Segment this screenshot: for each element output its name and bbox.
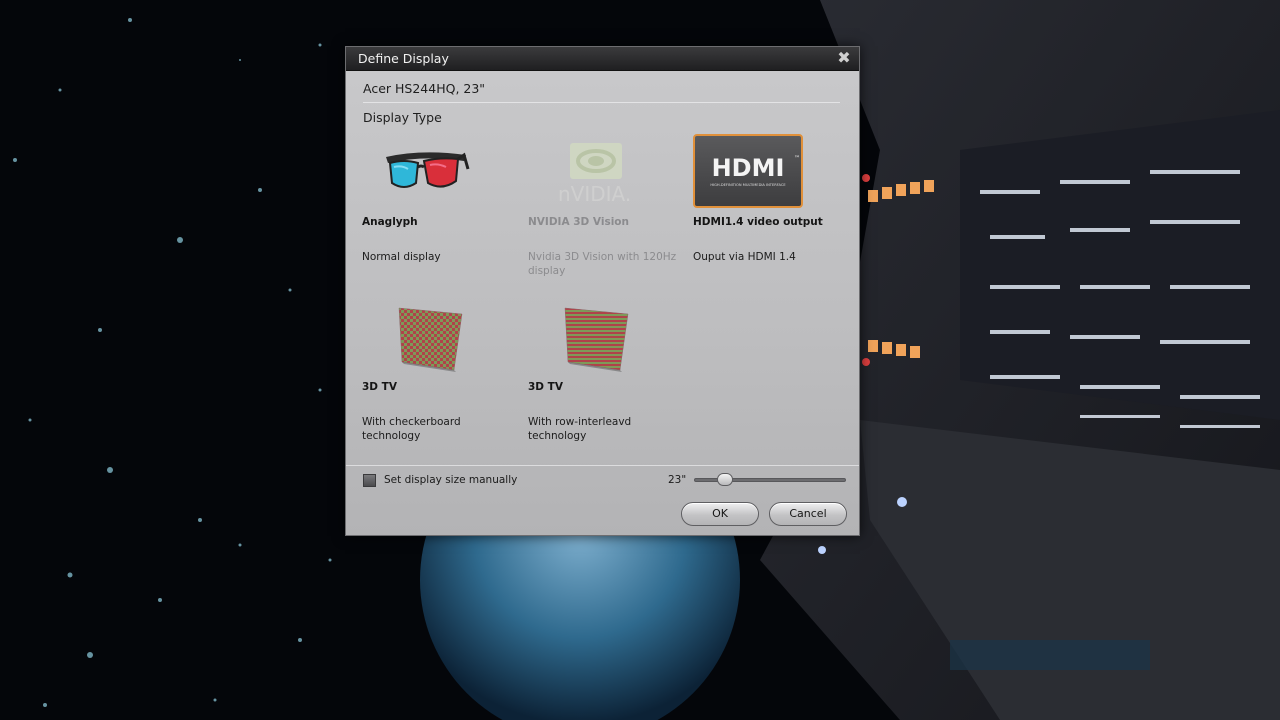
hdmi-logo-text: HDMI bbox=[712, 154, 785, 182]
set-size-manually-label[interactable]: Set display size manually bbox=[384, 474, 517, 486]
anaglyph-glasses-icon bbox=[386, 152, 470, 188]
define-display-dialog: Define Display ✖ Acer HS244HQ, 23" Displ… bbox=[345, 46, 860, 536]
option-description: Nvidia 3D Vision with 120Hz display bbox=[528, 251, 677, 277]
set-size-manually-checkbox[interactable] bbox=[363, 474, 376, 487]
row-interleaved-pattern-icon bbox=[564, 307, 629, 372]
divider bbox=[363, 102, 840, 103]
ok-button[interactable]: OK bbox=[681, 502, 759, 526]
nvidia-logo-icon: nVIDIA. bbox=[558, 143, 631, 206]
cancel-button[interactable]: Cancel bbox=[769, 502, 847, 526]
option-description: With checkerboard technology bbox=[362, 416, 461, 442]
checkerboard-pattern-icon bbox=[398, 307, 463, 372]
display-name-label: Acer HS244HQ, 23" bbox=[363, 81, 486, 96]
option-title: HDMI1.4 video output bbox=[693, 216, 823, 228]
display-option-hdmi[interactable]: HDMI ™ HIGH-DEFINITION MULTIMEDIA INTERF… bbox=[693, 134, 843, 289]
display-option-nvidia-3d-vision[interactable]: nVIDIA. NVIDIA 3D Vision Nvidia 3D Visio… bbox=[528, 139, 678, 289]
option-description: Ouput via HDMI 1.4 bbox=[693, 251, 796, 263]
display-option-anaglyph[interactable]: Anaglyph Normal display bbox=[362, 139, 512, 289]
display-size-value: 23" bbox=[668, 474, 687, 486]
display-type-heading: Display Type bbox=[363, 110, 442, 125]
hdmi-logo-subtext: HIGH-DEFINITION MULTIMEDIA INTERFACE bbox=[710, 183, 786, 187]
option-title: NVIDIA 3D Vision bbox=[528, 216, 629, 228]
dialog-title: Define Display bbox=[358, 51, 449, 66]
nvidia-logo-text: nVIDIA. bbox=[558, 182, 631, 206]
divider bbox=[346, 465, 859, 466]
option-title: 3D TV bbox=[362, 381, 397, 393]
display-option-3d-tv-checkerboard[interactable]: 3D TV With checkerboard technology bbox=[362, 304, 512, 454]
display-size-slider[interactable] bbox=[694, 473, 846, 487]
option-title: Anaglyph bbox=[362, 216, 418, 228]
hdmi-logo-trademark: ™ bbox=[794, 155, 800, 162]
option-description: Normal display bbox=[362, 251, 441, 263]
close-icon[interactable]: ✖ bbox=[836, 49, 852, 67]
selection-highlight: HDMI ™ HIGH-DEFINITION MULTIMEDIA INTERF… bbox=[693, 134, 803, 208]
display-option-3d-tv-row-interleaved[interactable]: 3D TV With row-interleavd technology bbox=[528, 304, 678, 454]
dialog-titlebar[interactable]: Define Display ✖ bbox=[346, 47, 859, 71]
slider-thumb[interactable] bbox=[717, 473, 733, 486]
hdmi-logo-icon: HDMI ™ HIGH-DEFINITION MULTIMEDIA INTERF… bbox=[710, 154, 800, 187]
option-description: With row-interleavd technology bbox=[528, 416, 632, 442]
option-title: 3D TV bbox=[528, 381, 563, 393]
